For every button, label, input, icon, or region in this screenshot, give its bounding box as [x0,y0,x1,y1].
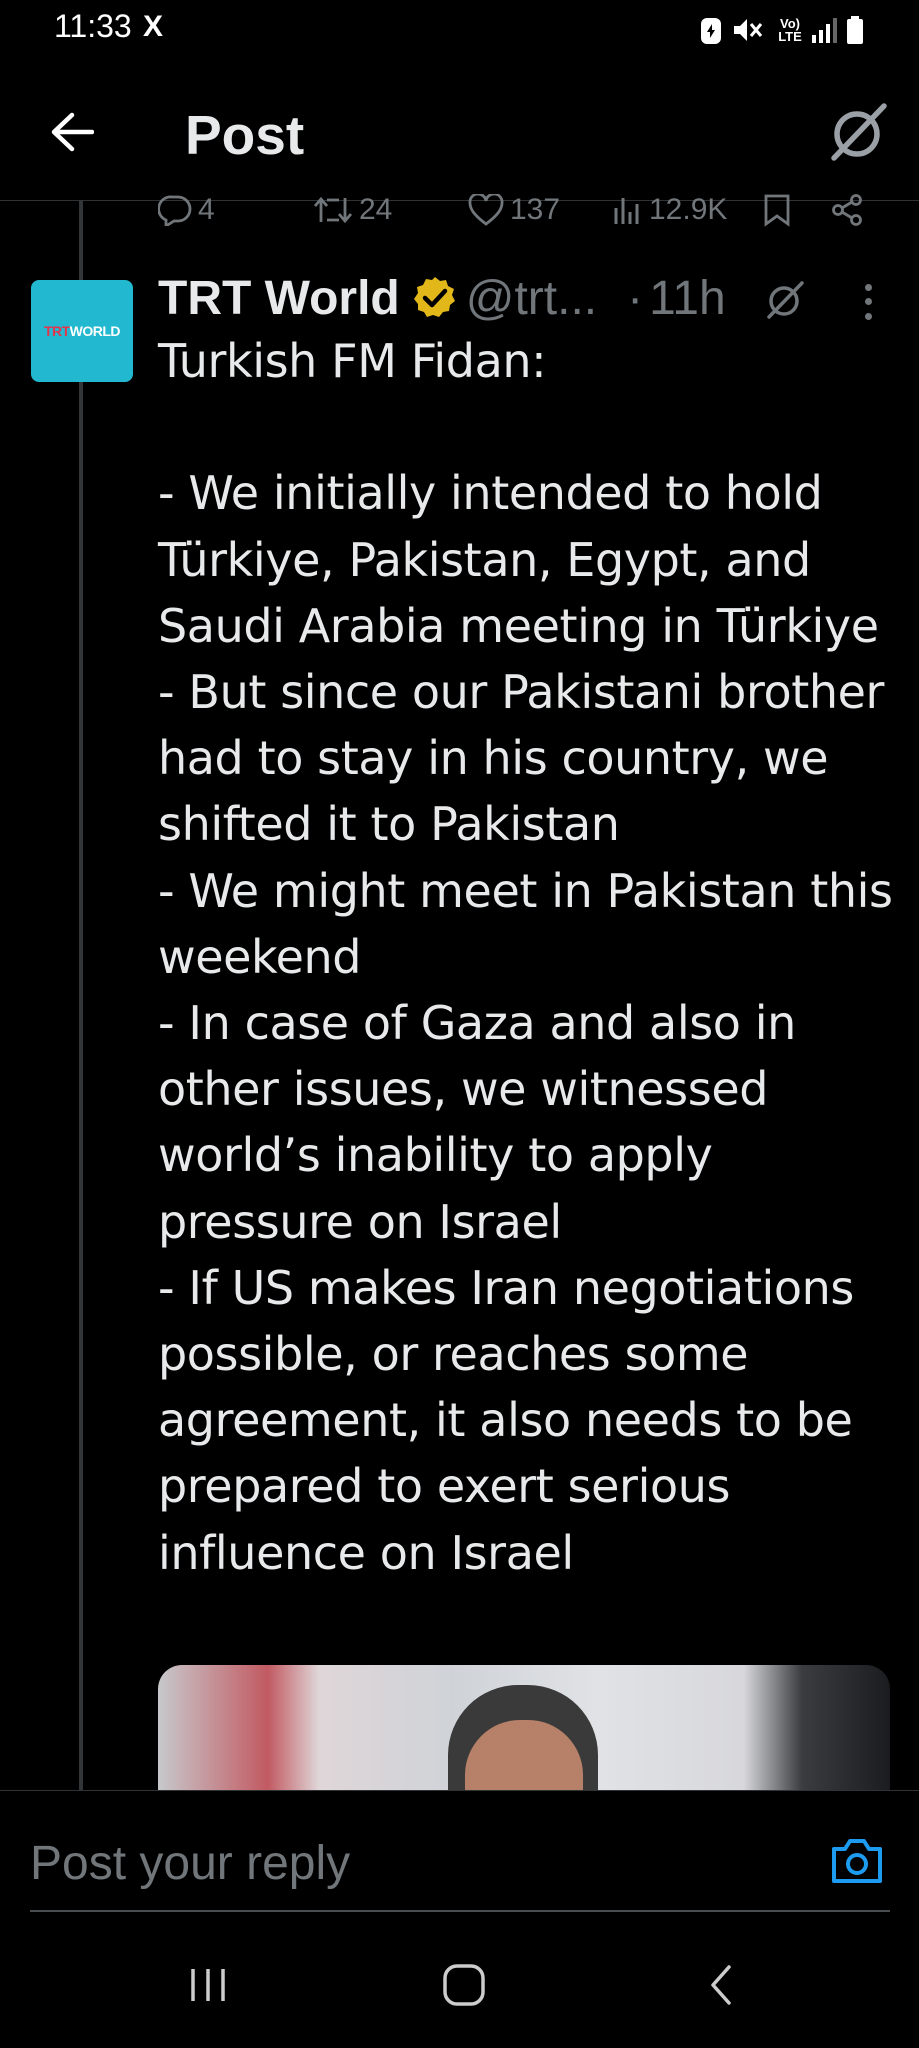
avatar[interactable]: TRTWORLD [31,280,133,382]
grok-icon [767,281,804,319]
reply-count: 4 [198,193,215,226]
bookmark-button[interactable] [763,192,791,228]
recent-apps-button[interactable] [168,1955,248,2015]
views-icon [614,198,639,224]
back-nav-icon [711,1965,731,2005]
back-button[interactable] [40,100,104,164]
more-dot-icon [864,298,872,306]
reply-button[interactable]: 4 [158,192,215,228]
reply-input[interactable] [30,1828,790,1898]
like-button[interactable]: 137 [468,192,560,228]
data-saver-icon [700,14,722,46]
like-count: 137 [510,193,561,226]
author-name[interactable]: TRT World [158,271,400,326]
back-nav-button[interactable] [682,1955,762,2015]
camera-button[interactable] [830,1835,884,1885]
avatar-logo-world: WORLD [69,323,121,339]
share-icon [832,194,862,226]
verified-badge-icon [413,277,455,317]
tweet-media-image[interactable] [158,1665,890,1800]
author-handle[interactable]: @trt... [466,271,597,326]
avatar-logo: TRTWORLD [43,323,121,339]
grok-tweet-button[interactable] [762,278,808,322]
more-options-button[interactable] [850,280,886,324]
repost-icon [313,196,353,224]
page-title: Post [185,104,305,166]
share-button[interactable] [830,192,864,228]
network-label: Vo) LTE [778,16,802,44]
thread-line [79,200,83,1790]
post-time: 11h [649,271,726,325]
tweet-text: Turkish FM Fidan: - We initially intende… [158,334,893,1580]
bookmark-icon [764,194,790,227]
recent-apps-icon [191,1969,225,2001]
x-app-icon: X [143,10,164,43]
repost-button[interactable]: 24 [313,192,392,228]
reply-icon [158,195,192,226]
home-icon [443,1964,485,2006]
battery-icon [846,14,864,46]
repost-count: 24 [359,193,393,226]
heart-icon [468,194,504,226]
grok-icon [831,103,887,161]
camera-icon [832,1839,882,1883]
home-button[interactable] [424,1955,504,2015]
previous-tweet-actions: 4 24 137 12.9K [158,192,878,232]
grok-button[interactable] [822,100,894,166]
status-time: 11:33 [54,8,132,44]
author-row: TRT World @trt... · 11h [158,268,726,328]
views-count: 12.9K [649,193,728,226]
more-dot-icon [864,313,872,321]
avatar-logo-trt: TRT [43,323,70,339]
signal-icon [810,14,838,46]
arrow-left-icon [51,112,94,152]
volte-icon: Vo) LTE [773,14,807,46]
separator-dot: · [627,271,644,325]
views-button[interactable]: 12.9K [613,192,727,228]
more-dot-icon [864,283,872,291]
mute-icon [732,14,764,46]
